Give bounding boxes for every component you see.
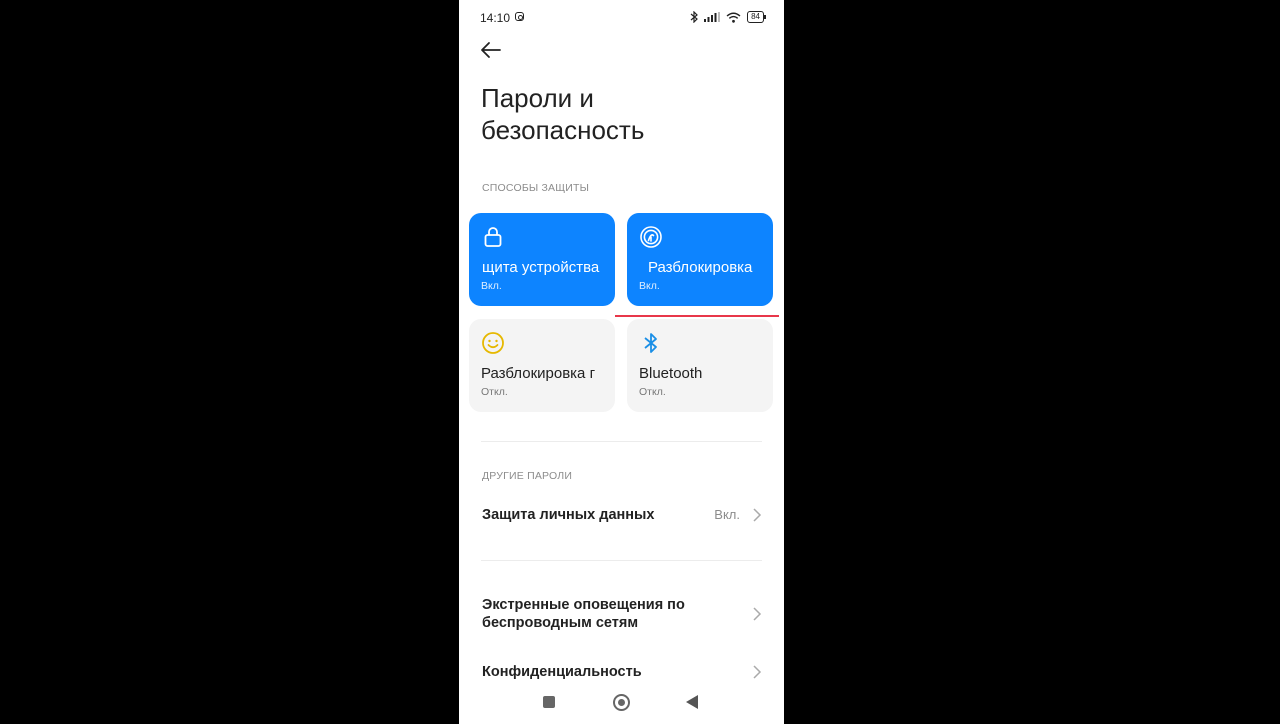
tile-status: Вкл. (639, 280, 660, 292)
back-button[interactable] (480, 40, 504, 62)
face-icon (482, 332, 504, 354)
section-protection-label: СПОСОБЫ ЗАЩИТЫ (482, 182, 590, 194)
instagram-notification-icon (515, 12, 524, 21)
tile-status: Откл. (481, 386, 508, 398)
status-icons: 84 (690, 11, 766, 23)
back-nav-button[interactable] (686, 695, 698, 709)
highlight-underline (615, 315, 779, 317)
divider (481, 560, 762, 561)
tile-label: Bluetooth (639, 365, 703, 382)
bluetooth-status-icon (690, 11, 698, 23)
chevron-right-icon (753, 607, 762, 621)
clock: 14:10 (480, 11, 511, 25)
row-label: Конфиденциальность (482, 664, 642, 680)
home-button[interactable] (613, 694, 630, 711)
lock-icon (484, 227, 502, 247)
phone-screen: 14:10 84 Пароли и безопасность СПОСОБЫ З… (459, 0, 784, 724)
confidentiality-row[interactable]: Конфиденциальность (482, 663, 764, 683)
battery-indicator: 84 (747, 11, 766, 23)
row-label-line1: Экстренные оповещения по (482, 597, 685, 613)
wifi-icon (726, 12, 741, 23)
page-title: Пароли и безопасность (481, 82, 644, 146)
page-title-line1: Пароли и (481, 83, 594, 113)
signal-icon (704, 12, 721, 22)
row-label-line2: беспроводным сетям (482, 615, 639, 631)
tile-label: щита устройства (482, 259, 600, 276)
tile-face-unlock[interactable]: Разблокировка г Откл. (469, 319, 615, 412)
status-bar: 14:10 84 (459, 9, 784, 27)
divider (481, 441, 762, 442)
tile-fingerprint-unlock[interactable]: Разблокировка Вкл. (627, 213, 773, 306)
chevron-right-icon (753, 508, 762, 522)
section-other-label: ДРУГИЕ ПАРОЛИ (482, 470, 573, 482)
page-title-line2: безопасность (481, 115, 645, 145)
row-value: Вкл. (714, 507, 740, 522)
arrow-left-icon (481, 42, 501, 58)
bluetooth-icon (644, 333, 657, 353)
fingerprint-icon (640, 226, 662, 248)
privacy-protection-row[interactable]: Защита личных данных Вкл. (482, 506, 764, 526)
recents-button[interactable] (543, 696, 555, 708)
chevron-right-icon (753, 665, 762, 679)
tile-status: Вкл. (481, 280, 502, 292)
tile-label: Разблокировка г (481, 365, 596, 382)
tile-status: Откл. (639, 386, 666, 398)
tile-label: Разблокировка (648, 259, 753, 276)
emergency-alerts-row[interactable]: Экстренные оповещения по беспроводным се… (482, 596, 764, 634)
tile-bluetooth-unlock[interactable]: Bluetooth Откл. (627, 319, 773, 412)
tile-device-protection[interactable]: щита устройства Вкл. (469, 213, 615, 306)
